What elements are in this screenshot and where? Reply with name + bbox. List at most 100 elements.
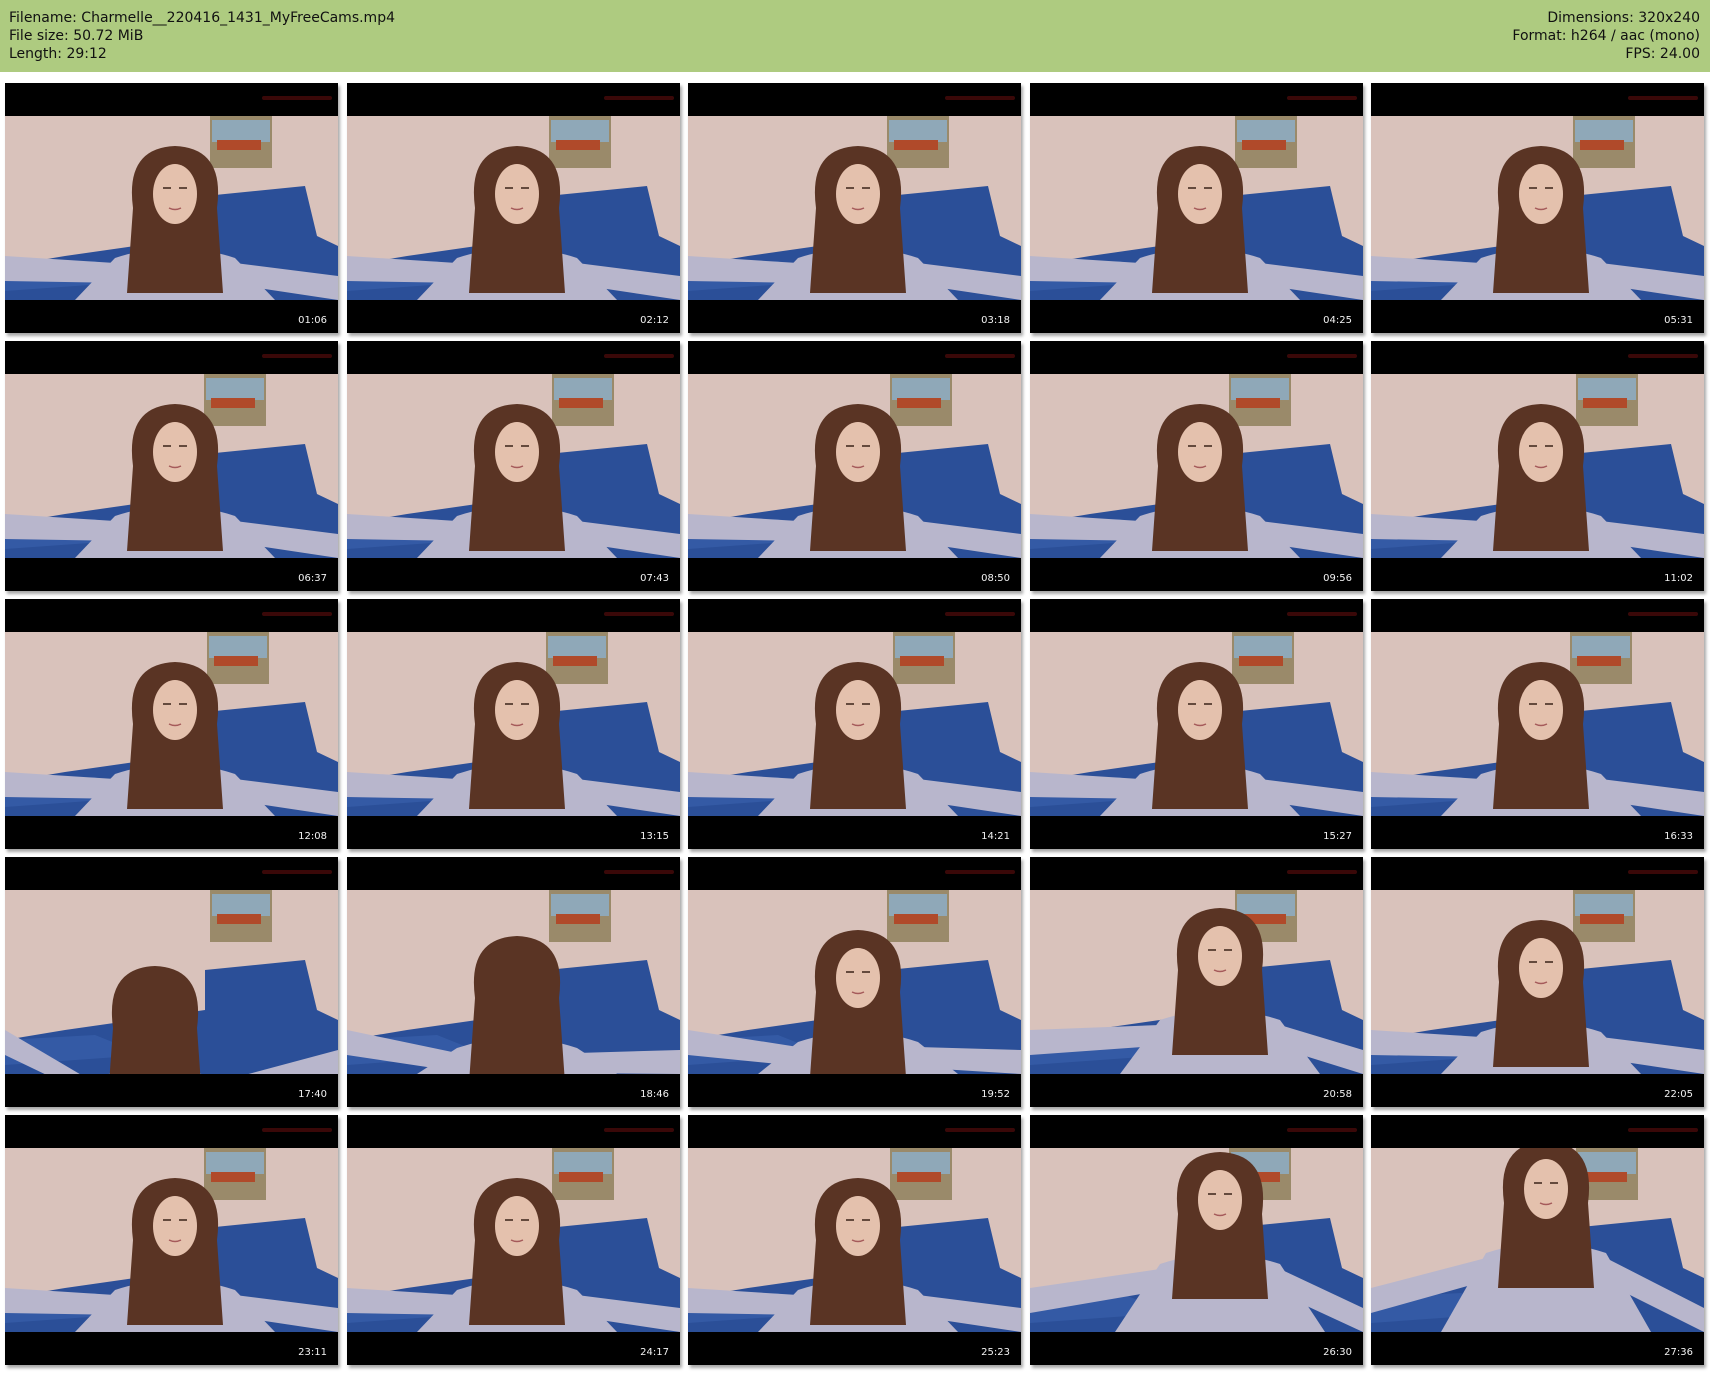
thumbnail-tile: 12:08 [5,599,338,849]
thumbnail-tile: 14:21 [688,599,1021,849]
watermark-icon [1287,861,1359,874]
timestamp-label: 04:25 [1323,315,1352,326]
video-frame [1371,632,1704,816]
video-frame [5,890,338,1074]
watermark-icon [604,87,676,100]
video-frame [347,116,680,300]
thumbnail-grid: 01:06 02:12 03:18 04:25 05:31 06:37 07:43 08:50… [5,83,1705,1369]
video-frame [1371,116,1704,300]
info-left-column: Filename: Charmelle__220416_1431_MyFreeC… [9,9,395,63]
timestamp-label: 26:30 [1323,1347,1352,1358]
info-header: Filename: Charmelle__220416_1431_MyFreeC… [0,0,1710,72]
filesize-text: File size: 50.72 MiB [9,28,144,44]
thumbnail-tile: 04:25 [1030,83,1363,333]
timestamp-label: 22:05 [1664,1089,1693,1100]
watermark-icon [262,345,334,358]
watermark-icon [1628,87,1700,100]
watermark-icon [604,1119,676,1132]
timestamp-label: 02:12 [640,315,669,326]
thumbnail-tile: 11:02 [1371,341,1704,591]
thumbnail-tile: 07:43 [347,341,680,591]
video-frame [5,374,338,558]
watermark-icon [262,603,334,616]
watermark-icon [1287,87,1359,100]
watermark-icon [1287,1119,1359,1132]
info-right-column: Dimensions: 320x240 Format: h264 / aac (… [1512,9,1700,63]
video-frame [347,1148,680,1332]
thumbnail-tile: 15:27 [1030,599,1363,849]
timestamp-label: 17:40 [298,1089,327,1100]
timestamp-label: 06:37 [298,573,327,584]
timestamp-label: 09:56 [1323,573,1352,584]
timestamp-label: 16:33 [1664,831,1693,842]
video-frame [1371,1148,1704,1332]
video-frame [1371,374,1704,558]
video-frame [1030,116,1363,300]
video-frame [5,632,338,816]
thumbnail-tile: 18:46 [347,857,680,1107]
fps-text: FPS: 24.00 [1625,46,1700,62]
timestamp-label: 20:58 [1323,1089,1352,1100]
watermark-icon [945,345,1017,358]
watermark-icon [604,861,676,874]
thumbnail-tile: 20:58 [1030,857,1363,1107]
video-frame [1371,890,1704,1074]
thumbnail-tile: 17:40 [5,857,338,1107]
video-frame [1030,374,1363,558]
thumbnail-tile: 06:37 [5,341,338,591]
video-frame [688,374,1021,558]
thumbnail-tile: 27:36 [1371,1115,1704,1365]
thumbnail-tile: 03:18 [688,83,1021,333]
timestamp-label: 18:46 [640,1089,669,1100]
timestamp-label: 11:02 [1664,573,1693,584]
video-frame [688,890,1021,1074]
watermark-icon [1628,1119,1700,1132]
timestamp-label: 13:15 [640,831,669,842]
timestamp-label: 24:17 [640,1347,669,1358]
watermark-icon [604,603,676,616]
watermark-icon [945,603,1017,616]
thumbnail-tile: 25:23 [688,1115,1021,1365]
watermark-icon [1628,603,1700,616]
watermark-icon [1287,345,1359,358]
thumbnail-tile: 13:15 [347,599,680,849]
dimensions-text: Dimensions: 320x240 [1547,10,1700,26]
timestamp-label: 27:36 [1664,1347,1693,1358]
thumbnail-tile: 09:56 [1030,341,1363,591]
timestamp-label: 25:23 [981,1347,1010,1358]
timestamp-label: 01:06 [298,315,327,326]
thumbnail-tile: 22:05 [1371,857,1704,1107]
watermark-icon [945,87,1017,100]
video-frame [347,374,680,558]
timestamp-label: 03:18 [981,315,1010,326]
timestamp-label: 08:50 [981,573,1010,584]
thumbnail-tile: 24:17 [347,1115,680,1365]
length-text: Length: 29:12 [9,46,107,62]
watermark-icon [262,1119,334,1132]
thumbnail-tile: 23:11 [5,1115,338,1365]
thumbnail-tile: 01:06 [5,83,338,333]
watermark-icon [1287,603,1359,616]
thumbnail-tile: 19:52 [688,857,1021,1107]
video-frame [5,116,338,300]
watermark-icon [1628,861,1700,874]
video-frame [1030,1148,1363,1332]
video-frame [688,116,1021,300]
timestamp-label: 12:08 [298,831,327,842]
watermark-icon [1628,345,1700,358]
filename-text: Filename: Charmelle__220416_1431_MyFreeC… [9,10,395,26]
watermark-icon [604,345,676,358]
video-frame [5,1148,338,1332]
timestamp-label: 19:52 [981,1089,1010,1100]
watermark-icon [945,1119,1017,1132]
format-text: Format: h264 / aac (mono) [1512,28,1700,44]
video-frame [1030,632,1363,816]
watermark-icon [945,861,1017,874]
watermark-icon [262,861,334,874]
video-frame [688,632,1021,816]
timestamp-label: 15:27 [1323,831,1352,842]
thumbnail-tile: 08:50 [688,341,1021,591]
video-frame [347,890,680,1074]
timestamp-label: 23:11 [298,1347,327,1358]
thumbnail-tile: 02:12 [347,83,680,333]
